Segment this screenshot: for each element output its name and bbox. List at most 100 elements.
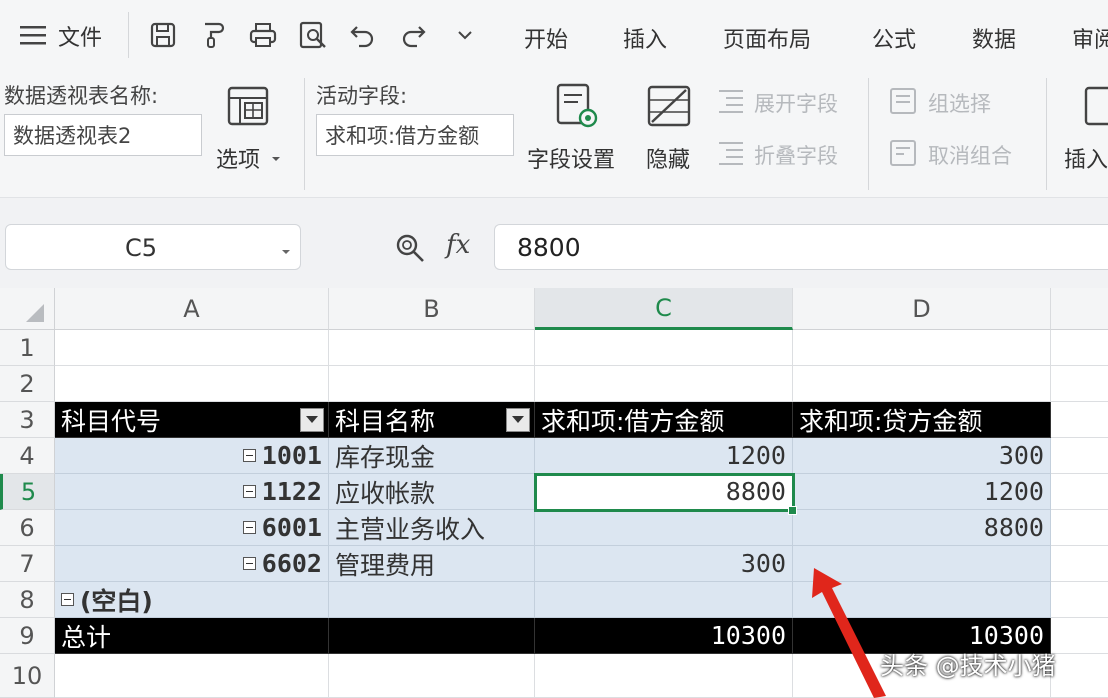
- cell-c8[interactable]: [535, 582, 793, 618]
- active-field-input[interactable]: 求和项:借方金额: [316, 114, 514, 156]
- row-header-7[interactable]: 7: [0, 546, 55, 582]
- field-settings-button[interactable]: 字段设置: [527, 142, 615, 174]
- pivot-options-icon[interactable]: [226, 84, 270, 128]
- cell-e1[interactable]: [1051, 330, 1108, 366]
- table-row-credit[interactable]: 1200: [793, 474, 1051, 510]
- file-menu[interactable]: 文件: [58, 20, 102, 52]
- row-header-8[interactable]: 8: [0, 582, 55, 618]
- name-box-dropdown-icon[interactable]: [280, 243, 292, 255]
- tab-formulas[interactable]: 公式: [872, 22, 916, 54]
- table-row-credit[interactable]: 8800: [793, 510, 1051, 546]
- fx-button[interactable]: fx: [446, 230, 470, 260]
- cell-a10[interactable]: [55, 654, 329, 698]
- fill-handle[interactable]: [788, 506, 797, 515]
- spreadsheet-grid[interactable]: A B C D 1 2 3 4 5 6 7 8 9 10 科目代号 科目名称 求…: [0, 288, 1108, 698]
- undo-icon[interactable]: [348, 18, 378, 52]
- cell-e5[interactable]: [1051, 474, 1108, 510]
- tab-page-layout[interactable]: 页面布局: [723, 22, 811, 54]
- cell-c1[interactable]: [535, 330, 793, 366]
- hide-icon[interactable]: [646, 84, 692, 128]
- cell-e8[interactable]: [1051, 582, 1108, 618]
- table-row-code[interactable]: 6602: [55, 546, 329, 582]
- row-header-9[interactable]: 9: [0, 618, 55, 654]
- insert-button[interactable]: 插入: [1064, 142, 1108, 174]
- collapse-minus-icon[interactable]: [242, 485, 256, 498]
- table-row-name[interactable]: 库存现金: [329, 438, 535, 474]
- row-header-1[interactable]: 1: [0, 330, 55, 366]
- select-all-corner[interactable]: [0, 288, 55, 330]
- cell-c10[interactable]: [535, 654, 793, 698]
- cell-e2[interactable]: [1051, 366, 1108, 402]
- collapse-minus-icon[interactable]: [242, 557, 256, 570]
- insert-slicer-icon[interactable]: [1082, 84, 1108, 128]
- format-painter-icon[interactable]: [198, 18, 228, 52]
- row-header-4[interactable]: 4: [0, 438, 55, 474]
- redo-icon[interactable]: [398, 18, 428, 52]
- print-preview-icon[interactable]: [298, 18, 328, 52]
- column-header-b[interactable]: B: [329, 288, 535, 330]
- column-header-a[interactable]: A: [55, 288, 329, 330]
- zoom-formula-icon[interactable]: [394, 232, 426, 264]
- table-row-name[interactable]: 管理费用: [329, 546, 535, 582]
- pivot-header-name[interactable]: 科目名称: [329, 402, 535, 438]
- table-row-name[interactable]: 主营业务收入: [329, 510, 535, 546]
- cell-b10[interactable]: [329, 654, 535, 698]
- cell-a2[interactable]: [55, 366, 329, 402]
- pivot-name-input[interactable]: 数据透视表2: [4, 114, 202, 156]
- cell-b1[interactable]: [329, 330, 535, 366]
- table-row-debit[interactable]: [535, 510, 793, 546]
- column-header-c[interactable]: C: [535, 288, 793, 330]
- table-row-debit[interactable]: 300: [535, 546, 793, 582]
- tab-data[interactable]: 数据: [972, 22, 1016, 54]
- column-header-e[interactable]: [1051, 288, 1108, 330]
- total-row-label[interactable]: 总计: [55, 618, 329, 654]
- tab-review[interactable]: 审阅: [1072, 22, 1108, 54]
- table-row-debit[interactable]: 1200: [535, 438, 793, 474]
- tab-home[interactable]: 开始: [524, 22, 568, 54]
- field-settings-icon[interactable]: [554, 82, 600, 130]
- filter-dropdown-icon[interactable]: [506, 408, 530, 432]
- cell-a1[interactable]: [55, 330, 329, 366]
- pivot-header-code[interactable]: 科目代号: [55, 402, 329, 438]
- save-icon[interactable]: [148, 18, 178, 52]
- collapse-minus-icon[interactable]: [242, 521, 256, 534]
- row-header-6[interactable]: 6: [0, 510, 55, 546]
- hide-button[interactable]: 隐藏: [646, 142, 690, 174]
- cell-e6[interactable]: [1051, 510, 1108, 546]
- collapse-minus-icon[interactable]: [242, 449, 256, 462]
- table-row-code[interactable]: 1122: [55, 474, 329, 510]
- chevron-down-icon[interactable]: [450, 18, 480, 52]
- cell-e4[interactable]: [1051, 438, 1108, 474]
- row-header-3[interactable]: 3: [0, 402, 55, 438]
- table-row-credit[interactable]: 300: [793, 438, 1051, 474]
- options-button[interactable]: 选项: [216, 142, 260, 174]
- cell-e9[interactable]: [1051, 618, 1108, 654]
- cell-c2[interactable]: [535, 366, 793, 402]
- hamburger-menu-icon[interactable]: [18, 22, 48, 48]
- table-row-code[interactable]: 1001: [55, 438, 329, 474]
- total-row-debit[interactable]: 10300: [535, 618, 793, 654]
- cell-b2[interactable]: [329, 366, 535, 402]
- blank-group-row[interactable]: (空白): [55, 582, 329, 618]
- table-row-name[interactable]: 应收帐款: [329, 474, 535, 510]
- table-row-code[interactable]: 6001: [55, 510, 329, 546]
- formula-input[interactable]: 8800: [494, 224, 1108, 270]
- options-dropdown-icon[interactable]: [270, 150, 282, 162]
- row-header-2[interactable]: 2: [0, 366, 55, 402]
- cell-d2[interactable]: [793, 366, 1051, 402]
- table-row-debit[interactable]: 8800: [535, 474, 793, 510]
- cell-e3[interactable]: [1051, 402, 1108, 438]
- filter-dropdown-icon[interactable]: [300, 408, 324, 432]
- collapse-minus-icon[interactable]: [61, 593, 74, 606]
- cell-e10[interactable]: [1051, 654, 1108, 698]
- cell-b9[interactable]: [329, 618, 535, 654]
- tab-insert[interactable]: 插入: [623, 22, 667, 54]
- row-header-10[interactable]: 10: [0, 654, 55, 698]
- cell-d1[interactable]: [793, 330, 1051, 366]
- pivot-header-credit[interactable]: 求和项:贷方金额: [793, 402, 1051, 438]
- pivot-header-debit[interactable]: 求和项:借方金额: [535, 402, 793, 438]
- column-header-d[interactable]: D: [793, 288, 1051, 330]
- row-header-5[interactable]: 5: [0, 474, 55, 510]
- cell-e7[interactable]: [1051, 546, 1108, 582]
- cell-b8[interactable]: [329, 582, 535, 618]
